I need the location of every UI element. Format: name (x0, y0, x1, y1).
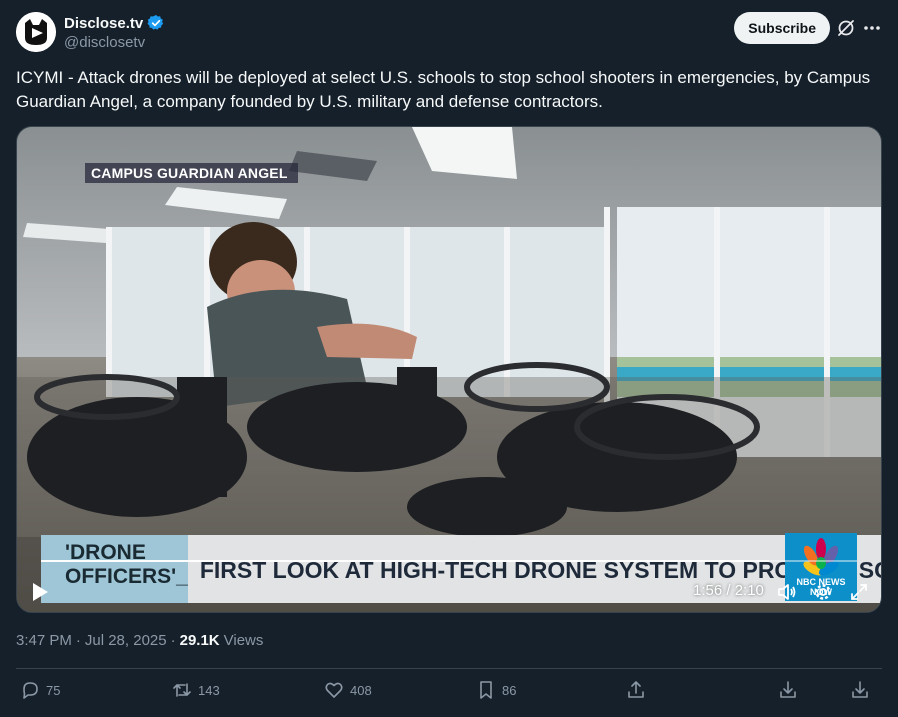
lower-third-label: 'DRONE OFFICERS'_ (41, 535, 188, 603)
download-button[interactable] (778, 680, 798, 700)
video-player[interactable]: CAMPUS GUARDIAN ANGEL 'DRONE OFFICERS'_ … (16, 126, 882, 613)
meta-separator: · (170, 632, 176, 649)
reply-count: 75 (46, 682, 61, 698)
more-icon[interactable] (862, 18, 882, 38)
volume-icon[interactable] (777, 582, 797, 602)
download-icon (852, 681, 868, 698)
reply-icon (23, 682, 38, 699)
like-count: 408 (350, 682, 372, 698)
avatar[interactable] (16, 12, 56, 52)
share-button[interactable] (626, 680, 646, 700)
tweet-header: Disclose.tv @disclosetv Subscribe (16, 12, 882, 56)
like-icon (325, 682, 343, 698)
name-row: Disclose.tv (64, 14, 165, 32)
like-button[interactable]: 408 (324, 680, 372, 700)
play-icon[interactable] (31, 582, 49, 602)
video-progress-bar[interactable] (41, 560, 857, 562)
bookmark-count: 86 (502, 682, 517, 698)
tweet-date[interactable]: Jul 28, 2025 (85, 632, 167, 649)
repost-count: 143 (198, 682, 220, 698)
grok-icon[interactable] (836, 18, 856, 38)
subscribe-button[interactable]: Subscribe (734, 12, 830, 44)
bookmark-icon (480, 681, 492, 699)
user-handle[interactable]: @disclosetv (64, 34, 145, 51)
verified-badge-icon (147, 15, 164, 30)
settings-icon[interactable] (813, 582, 833, 602)
action-bar: 75 143 408 86 (20, 680, 882, 706)
views-count: 29.1K (179, 632, 220, 649)
reply-button[interactable]: 75 (20, 680, 60, 700)
repost-button[interactable]: 143 (172, 680, 220, 700)
tweet-time[interactable]: 3:47 PM (16, 632, 72, 649)
bookmark-button[interactable]: 86 (476, 680, 516, 700)
video-progress-fill (41, 560, 769, 562)
fullscreen-icon[interactable] (849, 582, 869, 602)
divider (16, 668, 882, 669)
tweet-meta: 3:47 PM · Jul 28, 2025 · 29.1K Views (16, 632, 263, 649)
display-name[interactable]: Disclose.tv (64, 15, 143, 32)
download-video-button[interactable] (850, 680, 870, 700)
share-icon (628, 681, 644, 698)
video-time-readout: 1:56 / 2:10 (693, 582, 764, 599)
lower-third-label-line2: OFFICERS'_ (65, 565, 188, 588)
tweet-text: ICYMI - Attack drones will be deployed a… (16, 68, 871, 111)
chyron-tag: CAMPUS GUARDIAN ANGEL (85, 163, 298, 183)
repost-icon (173, 683, 191, 697)
download-icon (780, 681, 796, 698)
meta-separator: · (75, 632, 81, 649)
views-label: Views (223, 632, 264, 649)
